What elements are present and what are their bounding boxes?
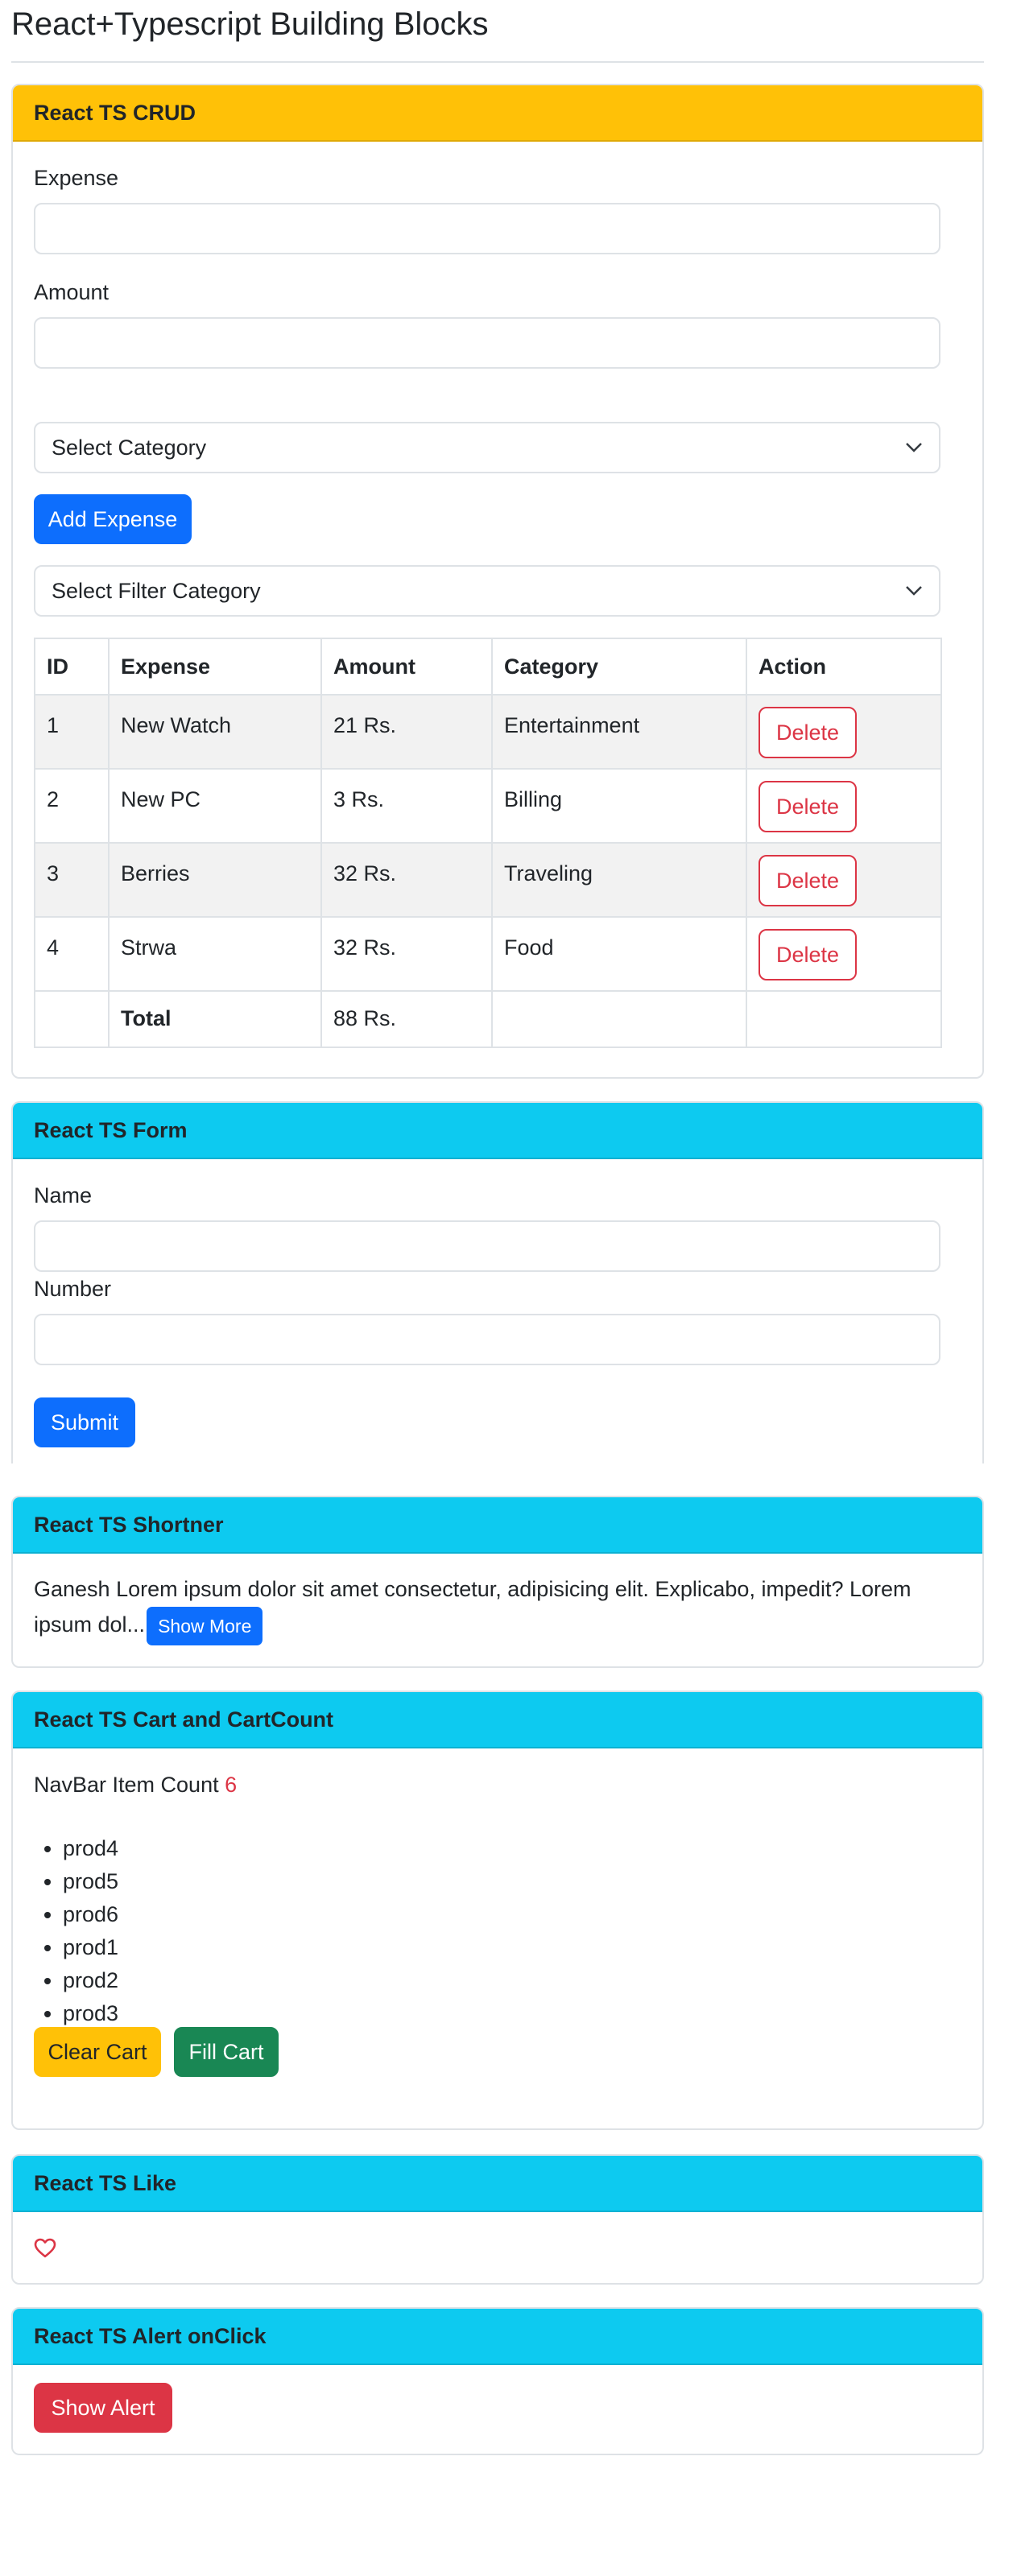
add-expense-button[interactable]: Add Expense xyxy=(34,494,192,544)
cell-empty xyxy=(746,990,942,1048)
column-header: Expense xyxy=(108,638,322,696)
table-row: 1 New Watch 21 Rs. Entertainment Delete xyxy=(34,694,942,770)
like-card-header: React TS Like xyxy=(13,2156,982,2212)
list-item: prod3 xyxy=(63,1997,118,2030)
list-item: prod1 xyxy=(63,1931,118,1964)
name-input[interactable] xyxy=(34,1220,940,1272)
cell-amount: 3 Rs. xyxy=(320,768,493,844)
shortner-card-header: React TS Shortner xyxy=(13,1497,982,1554)
table-total-row: Total 88 Rs. xyxy=(34,990,942,1048)
total-value: 88 Rs. xyxy=(320,990,493,1048)
alert-card: React TS Alert onClick xyxy=(11,2307,984,2455)
form-card: React TS Form xyxy=(11,1101,984,1463)
page-title: React+Typescript Building Blocks xyxy=(11,6,489,42)
title-divider xyxy=(11,61,984,63)
table-header-row: ID Expense Amount Category Action xyxy=(34,638,942,696)
cell-category: Food xyxy=(491,916,747,992)
cell-expense: Strwa xyxy=(108,916,322,992)
cell-id: 1 xyxy=(34,694,110,770)
filter-select-value: Select Filter Category xyxy=(52,578,261,603)
shortner-text-block: Ganesh Lorem ipsum dolor sit amet consec… xyxy=(34,1571,940,1645)
page: React+Typescript Building Blocks React T… xyxy=(0,0,1021,2576)
form-card-header: React TS Form xyxy=(13,1103,982,1159)
crud-card-header: React TS CRUD xyxy=(13,85,982,142)
category-select[interactable]: Select Category xyxy=(34,422,940,473)
expense-table: ID Expense Amount Category Action 1 New … xyxy=(34,638,942,1048)
submit-button[interactable]: Submit xyxy=(34,1397,135,1447)
chevron-down-icon xyxy=(906,443,922,452)
delete-button[interactable]: Delete xyxy=(759,707,857,758)
total-label: Total xyxy=(108,990,322,1048)
column-header: Amount xyxy=(320,638,493,696)
cell-id: 3 xyxy=(34,842,110,918)
filter-category-select[interactable]: Select Filter Category xyxy=(34,565,940,617)
list-item: prod5 xyxy=(63,1865,118,1898)
cell-id: 2 xyxy=(34,768,110,844)
cell-category: Billing xyxy=(491,768,747,844)
cell-expense: New Watch xyxy=(108,694,322,770)
number-label: Number xyxy=(34,1277,112,1301)
fill-cart-button[interactable]: Fill Cart xyxy=(174,2027,279,2077)
expense-label: Expense xyxy=(34,166,119,190)
cell-expense: New PC xyxy=(108,768,322,844)
chevron-down-icon xyxy=(906,586,922,596)
number-input[interactable] xyxy=(34,1314,940,1365)
cell-empty xyxy=(491,990,747,1048)
amount-input[interactable] xyxy=(34,317,940,369)
cell-category: Entertainment xyxy=(491,694,747,770)
clear-cart-button[interactable]: Clear Cart xyxy=(34,2027,161,2077)
like-card: React TS Like xyxy=(11,2154,984,2285)
cell-id: 4 xyxy=(34,916,110,992)
delete-button[interactable]: Delete xyxy=(759,781,857,832)
cart-card-header: React TS Cart and CartCount xyxy=(13,1692,982,1748)
cell-category: Traveling xyxy=(491,842,747,918)
cell-amount: 32 Rs. xyxy=(320,842,493,918)
amount-label: Amount xyxy=(34,280,110,304)
expense-input[interactable] xyxy=(34,203,940,254)
column-header: Action xyxy=(746,638,942,696)
table-row: 4 Strwa 32 Rs. Food Delete xyxy=(34,916,942,992)
cart-list: prod4 prod5 prod6 prod1 prod2 prod3 xyxy=(31,1832,118,2030)
show-alert-button[interactable]: Show Alert xyxy=(34,2383,172,2433)
cell-amount: 21 Rs. xyxy=(320,694,493,770)
cell-action: Delete xyxy=(746,842,942,918)
cell-action: Delete xyxy=(746,694,942,770)
cell-amount: 32 Rs. xyxy=(320,916,493,992)
cell-action: Delete xyxy=(746,916,942,992)
alert-card-header: React TS Alert onClick xyxy=(13,2309,982,2365)
list-item: prod6 xyxy=(63,1898,118,1931)
column-header: Category xyxy=(491,638,747,696)
cell-action: Delete xyxy=(746,768,942,844)
column-header: ID xyxy=(34,638,110,696)
cart-count-badge: 6 xyxy=(225,1773,238,1797)
name-label: Name xyxy=(34,1183,93,1208)
table-row: 3 Berries 32 Rs. Traveling Delete xyxy=(34,842,942,918)
cart-count-label: NavBar Item Count xyxy=(34,1773,219,1797)
heart-outline-icon[interactable] xyxy=(34,2238,56,2259)
list-item: prod2 xyxy=(63,1964,118,1997)
table-row: 2 New PC 3 Rs. Billing Delete xyxy=(34,768,942,844)
category-select-value: Select Category xyxy=(52,435,207,460)
delete-button[interactable]: Delete xyxy=(759,855,857,906)
cell-empty xyxy=(34,990,110,1048)
cart-count-line: NavBar Item Count 6 xyxy=(34,1771,237,1798)
cell-expense: Berries xyxy=(108,842,322,918)
delete-button[interactable]: Delete xyxy=(759,929,857,980)
list-item: prod4 xyxy=(63,1832,118,1865)
show-more-button[interactable]: Show More xyxy=(147,1607,263,1645)
